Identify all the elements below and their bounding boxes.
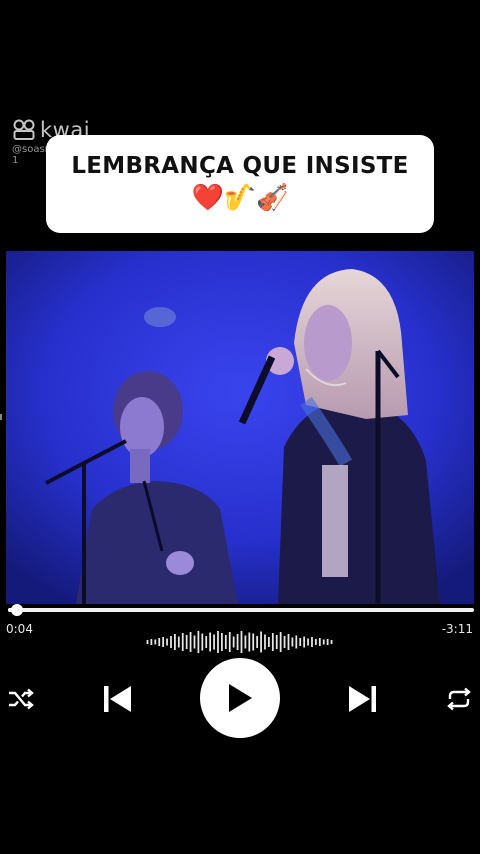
waveform-bar [224,635,227,649]
waveform-bar [166,638,168,646]
waveform-bar [260,631,262,653]
remaining-time: -3:11 [441,622,473,636]
waveform-bar [287,634,290,650]
waveform-bar [264,634,266,650]
playback-progress-bar[interactable] [8,604,474,616]
skip-previous-icon [104,686,131,712]
waveform-bar [318,638,321,646]
waveform-bar [311,637,313,647]
waveform-bar [221,633,223,651]
repeat-button[interactable] [444,684,474,714]
waveform-bar [209,632,212,652]
waveform-bar [307,638,309,646]
waveform-bar [205,636,208,648]
waveform-bar [232,636,235,648]
waveform-bar [213,634,215,650]
waveform-bar [158,638,161,646]
waveform-bar [271,633,274,651]
waveform-bar [315,639,317,645]
waveform-bar [240,631,243,653]
waveform-bar [248,632,251,652]
waveform-bar [283,636,286,648]
edge-marker [0,414,2,420]
waveform-bar [303,636,306,648]
waveform-bar [330,640,333,644]
video-frame[interactable] [6,251,474,604]
skip-next-icon [349,686,376,712]
waveform-bar [295,635,298,649]
waveform-bar [228,632,231,652]
waveform-bar [244,635,247,649]
waveform-bar [154,639,157,645]
song-title-card: LEMBRANÇA QUE INSISTE ❤️🎷🎻 [46,135,434,233]
waveform-bar [197,631,200,653]
waveform-bar [170,636,172,648]
waveform-bar [146,640,149,644]
elapsed-time: 0:04 [6,622,33,636]
waveform-bar [322,639,325,645]
audio-waveform [146,631,333,653]
waveform-bar [193,635,196,649]
waveform-bar [256,636,259,648]
title-emojis: ❤️🎷🎻 [191,183,289,213]
waveform-bar [177,636,180,648]
waveform-bar [326,639,329,645]
waveform-bar [181,633,184,651]
shuffle-icon [9,688,34,710]
waveform-bar [268,637,270,647]
waveform-bar [291,637,294,647]
waveform-bar [236,634,239,650]
waveform-bar [279,632,282,652]
waveform-bar [217,631,219,653]
waveform-bar [252,633,255,651]
waveform-bar [299,638,302,646]
waveform-bar [162,637,165,647]
play-button[interactable] [200,658,280,738]
concert-scene [6,251,474,604]
waveform-bar [150,639,153,645]
next-button[interactable] [346,682,380,716]
play-icon [229,684,252,712]
waveform-bar [174,634,176,650]
repeat-icon [447,687,471,711]
kwai-logo-icon [13,119,35,140]
song-title: LEMBRANÇA QUE INSISTE [71,153,409,179]
waveform-bar [185,635,188,649]
shuffle-button[interactable] [6,684,36,714]
waveform-bar [189,632,192,652]
waveform-bar [201,633,204,651]
progress-knob[interactable] [11,604,24,616]
progress-track[interactable] [8,608,474,612]
waveform-bar [275,635,278,649]
previous-button[interactable] [100,682,134,716]
player-controls [0,658,480,740]
